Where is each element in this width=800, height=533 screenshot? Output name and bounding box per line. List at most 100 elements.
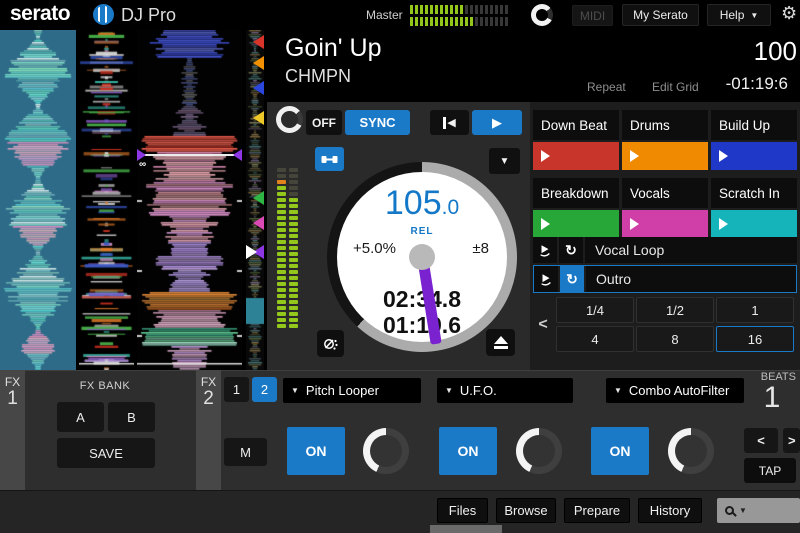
fx-unit-1-tab[interactable]: FX 1 [0, 370, 25, 490]
fx-bank-save-button[interactable]: SAVE [57, 438, 155, 468]
loop-marker-right-icon [233, 149, 242, 161]
cue-pad[interactable]: Down Beat [533, 110, 619, 170]
waveform-detail-column[interactable] [79, 30, 134, 370]
repeat-toggle[interactable]: Repeat [587, 80, 626, 94]
play-button[interactable]: ▶ [472, 110, 522, 135]
skip-to-start-button[interactable]: ◀ [430, 110, 469, 135]
cue-marker-icon [253, 81, 264, 95]
skip-bar-icon [443, 117, 446, 129]
midi-button[interactable]: MIDI [572, 5, 613, 26]
pitch-mode-label: REL [337, 226, 507, 237]
loop-size-button[interactable]: 1 [716, 297, 794, 323]
help-button[interactable]: Help ▼ [707, 4, 771, 26]
files-button[interactable]: Files [437, 498, 488, 523]
track-time-remaining: -01:19:6 [726, 74, 788, 94]
fx-unit-2-tab[interactable]: FX 2 [196, 370, 221, 490]
loop-half-button[interactable]: < [533, 297, 553, 352]
fx-bank-b-button[interactable]: B [108, 402, 155, 432]
fx-2-knob[interactable] [516, 428, 562, 474]
reloop-icon[interactable]: ↻ [559, 237, 585, 263]
waveform-overview-column[interactable] [0, 30, 76, 370]
settings-gear-icon[interactable]: ⚙ [781, 3, 797, 24]
fx-deck-2-tab-selected[interactable]: 2 [252, 377, 277, 402]
time-left: 01:19.6 [337, 312, 507, 339]
filter-knob[interactable] [276, 106, 303, 133]
my-serato-button[interactable]: My Serato [622, 4, 699, 26]
dj-pro-logo: DJ Pro [121, 5, 176, 26]
chevron-down-icon: ▼ [291, 386, 299, 395]
sync-button[interactable]: SYNC [345, 110, 410, 135]
cue-marker-icon [253, 35, 264, 49]
serato-logo: serato [10, 2, 70, 26]
fx-3-knob[interactable] [668, 428, 714, 474]
play-icon [541, 218, 550, 230]
master-gain-knob[interactable] [531, 4, 553, 26]
fx-1-knob[interactable] [363, 428, 409, 474]
fx-slot-3-dropdown[interactable]: ▼ Combo AutoFilter [606, 378, 744, 403]
cue-marker-icon [253, 216, 264, 230]
master-label: Master [366, 8, 403, 22]
platter[interactable]: 105.0 REL +5.0% ±8 02:34.8 01:19.6 [337, 172, 507, 342]
tap-tempo-button[interactable]: TAP [744, 458, 796, 483]
history-button[interactable]: History [638, 498, 702, 523]
platter-center-dot [409, 244, 435, 270]
loop-size-button[interactable]: 1/4 [556, 297, 634, 323]
play-icon [630, 218, 639, 230]
fx-mode-m-button[interactable]: M [224, 438, 267, 466]
loop-size-button[interactable]: 1/2 [636, 297, 714, 323]
library-column-tab [430, 525, 502, 533]
beats-value: 1 [752, 381, 792, 415]
saved-loop-slot[interactable]: ↻ Vocal Loop [533, 237, 797, 263]
cue-pads: Down Beat Drums Build Up Breakdown Vocal… [533, 110, 797, 238]
beats-increase-button[interactable]: > [783, 428, 800, 453]
deck-menu-button[interactable]: ▼ [489, 148, 520, 174]
reloop-icon-active[interactable]: ↻ [560, 266, 586, 292]
sync-off-button[interactable]: OFF [306, 110, 342, 135]
fx-bank-a-button[interactable]: A [57, 402, 104, 432]
help-label: Help [720, 8, 745, 22]
cue-pad[interactable]: Vocals [622, 178, 708, 238]
loop-size-grid: 1/4 1/2 1 4 8 16 [556, 297, 797, 352]
loop-size-button[interactable]: 4 [556, 326, 634, 352]
fx-3-on-button[interactable]: ON [591, 427, 649, 475]
fx-bank-title: FX BANK [53, 380, 157, 392]
search-icon [725, 506, 734, 515]
chevron-down-icon: ▼ [614, 386, 622, 395]
fx-deck-1-tab[interactable]: 1 [224, 377, 249, 402]
cue-pad[interactable]: Build Up [711, 110, 797, 170]
play-icon [719, 150, 728, 162]
browse-button[interactable]: Browse [496, 498, 556, 523]
loop-symbol-icon: ∞ [139, 159, 146, 170]
saved-loop-slot-active[interactable]: ↻ Outro [533, 265, 797, 293]
fx-slot-2-dropdown[interactable]: ▼ U.F.O. [437, 378, 573, 403]
fx-slot-1-dropdown[interactable]: ▼ Pitch Looper [283, 378, 421, 403]
deck-bpm-int: 105 [385, 184, 442, 222]
cue-pad[interactable]: Breakdown [533, 178, 619, 238]
prepare-button[interactable]: Prepare [564, 498, 630, 523]
loop-size-button[interactable]: 8 [636, 326, 714, 352]
loop-play-icon[interactable] [534, 266, 560, 292]
loop-size-button-selected[interactable]: 16 [716, 326, 794, 352]
deck-bpm-dec: .0 [442, 196, 460, 219]
cue-pad[interactable]: Scratch In [711, 178, 797, 238]
keylock-icon [321, 154, 338, 165]
play-icon [541, 150, 550, 162]
track-header: Goin' Up CHMPN Repeat Edit Grid -01:19:6… [267, 30, 800, 102]
play-icon [630, 150, 639, 162]
deck-bpm: 105.0 [337, 184, 507, 223]
cue-marker-icon [253, 111, 264, 125]
top-bar: serato DJ Pro Master MIDI My Serato Help… [0, 0, 800, 30]
loop-play-icon[interactable] [533, 237, 559, 263]
fx-2-on-button[interactable]: ON [439, 427, 497, 475]
edit-grid-toggle[interactable]: Edit Grid [652, 80, 699, 94]
fx-1-on-button[interactable]: ON [287, 427, 345, 475]
library-search-input[interactable]: ▼ [717, 498, 800, 523]
play-icon [719, 218, 728, 230]
keylock-button[interactable] [315, 147, 344, 171]
waveform-main-column[interactable] [137, 30, 242, 370]
playhead-icon [246, 245, 257, 259]
loop-slot-name: Vocal Loop [585, 242, 664, 258]
beats-decrease-button[interactable]: < [744, 428, 778, 453]
deck-level-meter [277, 168, 298, 328]
cue-pad[interactable]: Drums [622, 110, 708, 170]
